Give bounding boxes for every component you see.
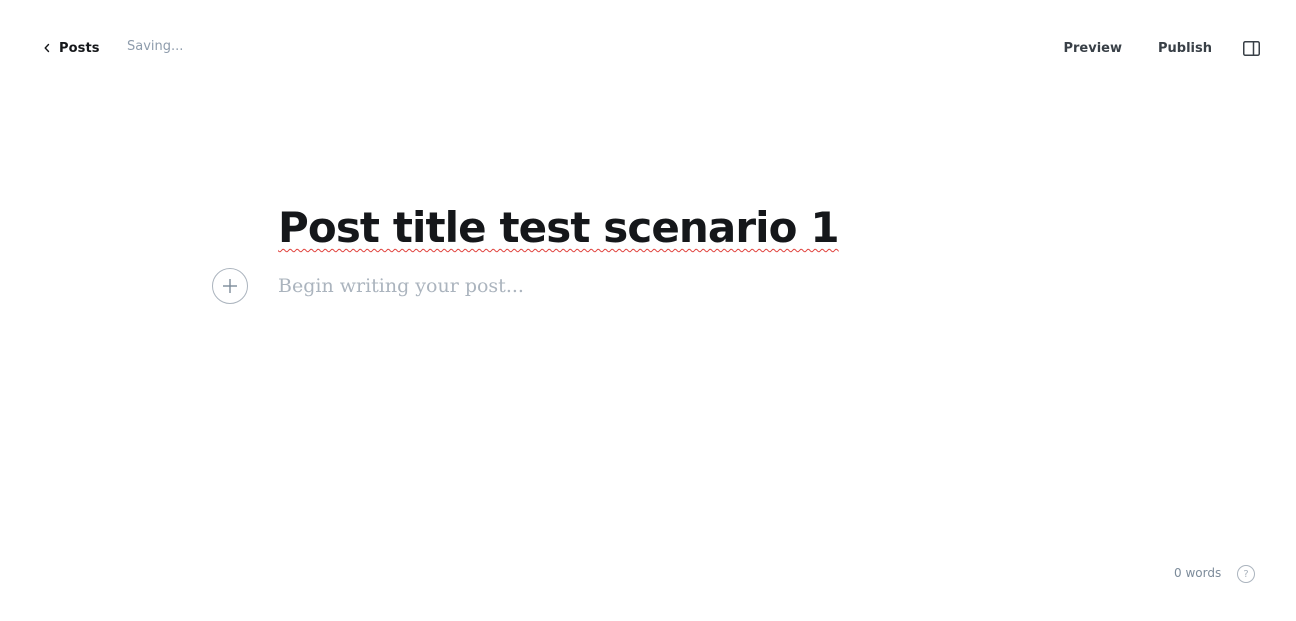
- save-status: Saving...: [127, 39, 184, 54]
- post-editor: Post title test scenario 1 Begin writing…: [278, 198, 1038, 297]
- question-mark-icon: ?: [1243, 568, 1249, 580]
- sidebar-toggle-icon[interactable]: [1242, 39, 1260, 57]
- chevron-left-icon: [42, 43, 52, 53]
- post-body-editor[interactable]: Begin writing your post...: [278, 271, 1038, 301]
- back-to-posts-link[interactable]: Posts: [42, 38, 100, 58]
- post-title-input[interactable]: Post title test scenario 1: [278, 198, 1038, 258]
- publish-button[interactable]: Publish: [1158, 41, 1212, 56]
- editor-header: Posts Saving... Preview Publish: [0, 0, 1296, 95]
- preview-button[interactable]: Preview: [1063, 41, 1122, 56]
- plus-icon: [222, 278, 238, 294]
- add-card-button[interactable]: [212, 268, 248, 304]
- help-button[interactable]: ?: [1237, 565, 1255, 583]
- header-actions: Preview Publish: [1063, 36, 1260, 60]
- word-count: 0 words: [1174, 566, 1222, 580]
- back-link-label: Posts: [59, 40, 100, 56]
